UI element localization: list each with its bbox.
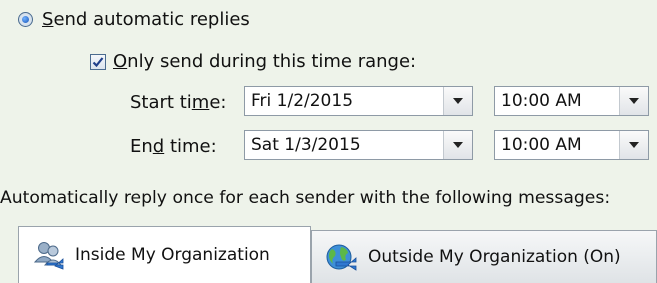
end-time-value: 10:00 AM	[501, 135, 582, 155]
start-date-dropdown-button[interactable]	[443, 87, 472, 115]
time-range-label: Only send during this time range:	[113, 51, 417, 72]
time-range-checkbox[interactable]	[90, 53, 106, 70]
start-time-value: 10:00 AM	[501, 91, 582, 111]
radio-selected-dot	[22, 16, 29, 23]
reply-tabs: Inside My Organization Outside My Organi…	[0, 224, 657, 283]
send-automatic-replies-option[interactable]: Send automatic replies	[18, 9, 250, 30]
time-range-option[interactable]: Only send during this time range:	[90, 51, 416, 72]
start-time-dropdown[interactable]: 10:00 AM	[494, 86, 649, 116]
start-time-dropdown-button[interactable]	[619, 87, 648, 115]
chevron-down-icon	[629, 98, 639, 104]
tab-outside-organization-label: Outside My Organization (On)	[368, 247, 621, 267]
end-time-dropdown[interactable]: 10:00 AM	[494, 130, 649, 160]
chevron-down-icon	[453, 98, 463, 104]
chevron-down-icon	[629, 142, 639, 148]
tab-inside-organization-label: Inside My Organization	[75, 245, 270, 265]
globe-icon	[324, 242, 358, 272]
start-date-value: Fri 1/2/2015	[251, 91, 354, 111]
end-date-value: Sat 1/3/2015	[251, 135, 361, 155]
send-automatic-replies-radio[interactable]	[18, 12, 33, 27]
tab-inside-organization[interactable]: Inside My Organization	[18, 226, 311, 283]
send-automatic-replies-label: Send automatic replies	[42, 9, 250, 30]
end-date-dropdown[interactable]: Sat 1/3/2015	[244, 130, 473, 160]
end-date-dropdown-button[interactable]	[443, 131, 472, 159]
checkmark-icon	[92, 56, 104, 67]
messages-caption: Automatically reply once for each sender…	[0, 188, 611, 208]
chevron-down-icon	[453, 142, 463, 148]
people-icon	[33, 240, 65, 270]
end-time-dropdown-button[interactable]	[619, 131, 648, 159]
start-date-dropdown[interactable]: Fri 1/2/2015	[244, 86, 473, 116]
end-time-label: End time:	[130, 136, 217, 157]
tab-outside-organization[interactable]: Outside My Organization (On)	[311, 230, 657, 283]
start-time-label: Start time:	[130, 92, 227, 113]
